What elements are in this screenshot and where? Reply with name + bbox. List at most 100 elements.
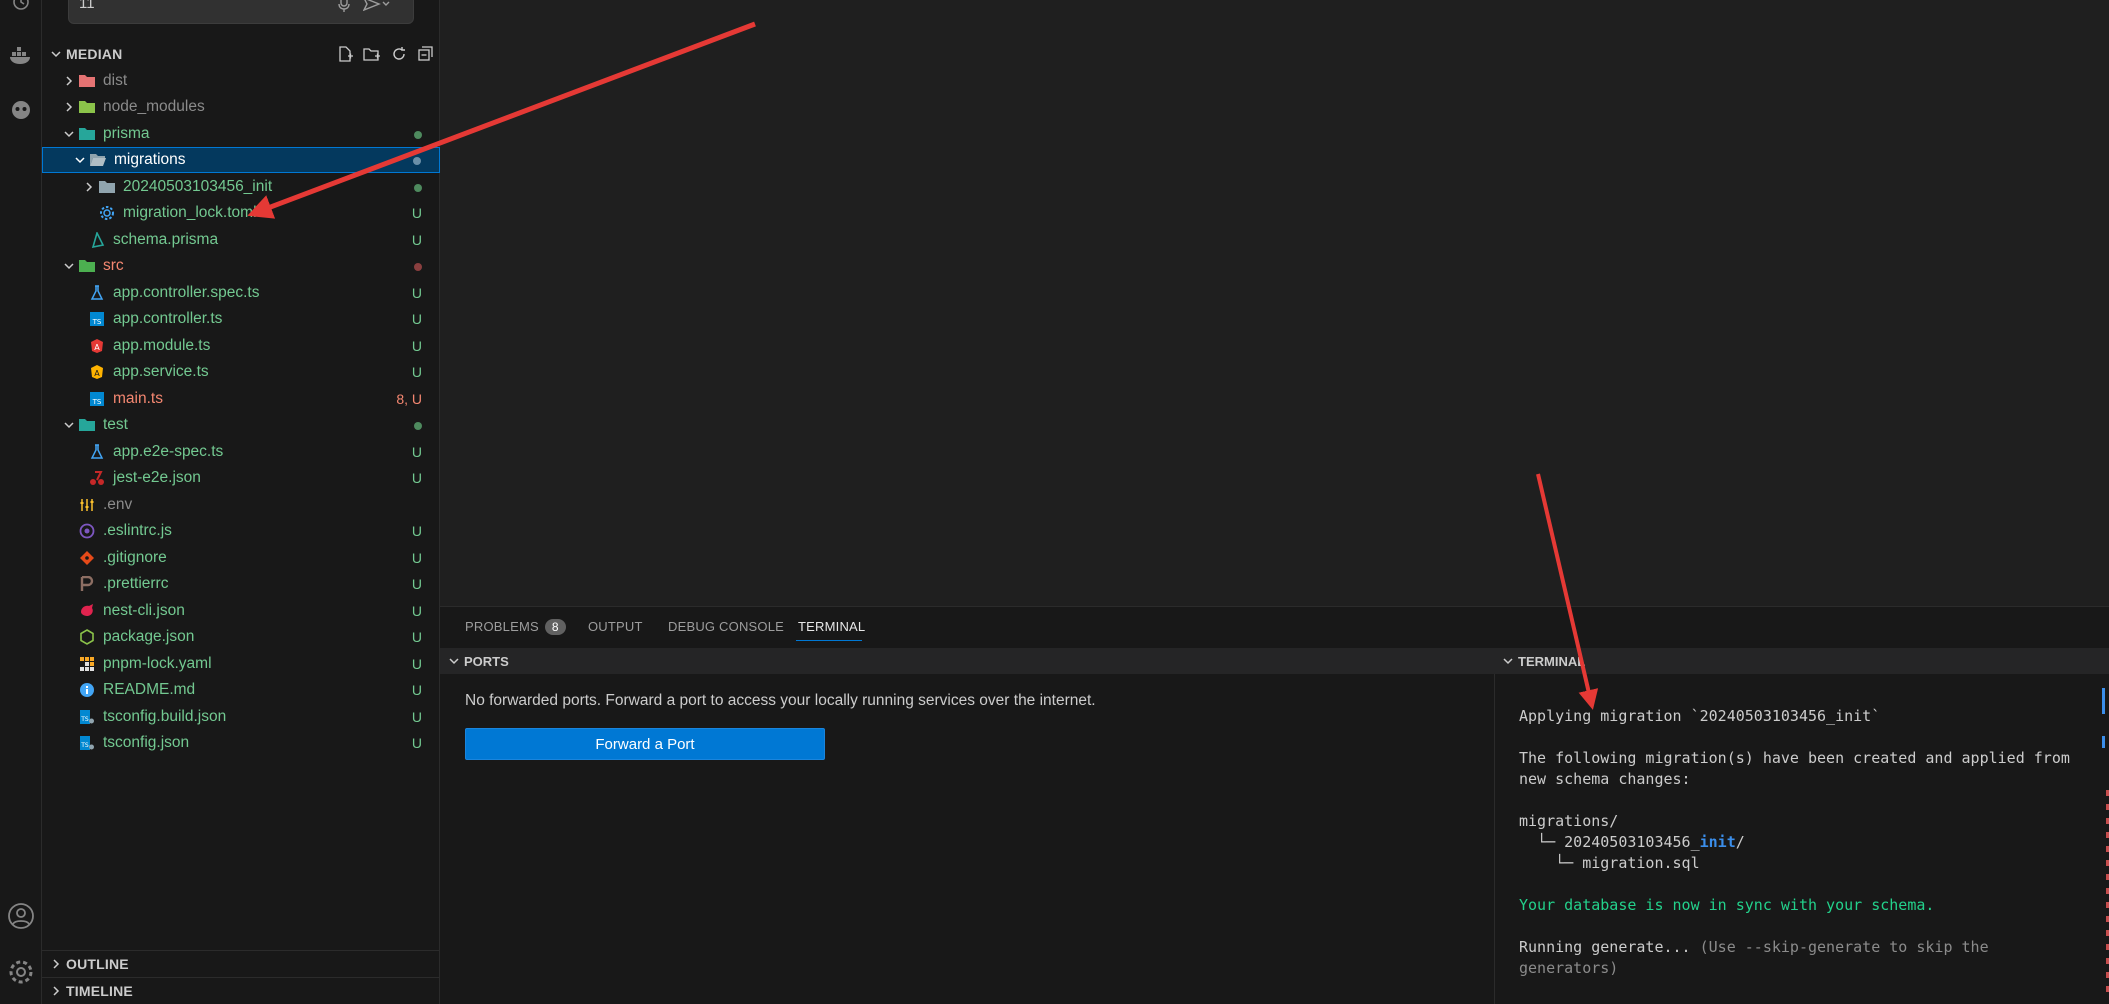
history-icon[interactable] (0, 0, 42, 16)
nest-module-icon: A (88, 337, 106, 355)
terminal-scrollbar[interactable] (2095, 674, 2109, 1004)
test-flask-icon (88, 284, 106, 302)
explorer-actions (336, 45, 434, 66)
git-status: U (411, 470, 422, 486)
microphone-icon[interactable] (337, 0, 351, 18)
toml-gear-icon (98, 204, 116, 222)
terminal-highlight: init (1699, 833, 1736, 851)
tree-item-node-modules[interactable]: node_modules (42, 94, 440, 120)
git-status: U (411, 311, 422, 327)
tree-item-app-controller-ts[interactable]: TS app.controller.ts U (42, 306, 440, 332)
git-status: U (411, 338, 422, 354)
scrollbar-marker (2102, 688, 2105, 714)
terminal-view[interactable]: Applying migration `20240503103456_init`… (1494, 674, 2109, 1004)
tree-item-label: README.md (103, 681, 196, 698)
scrollbar-marker (2102, 736, 2105, 748)
svg-text:TS: TS (80, 716, 89, 723)
tree-item-label: .gitignore (103, 549, 167, 566)
tree-item-label: package.json (103, 628, 195, 645)
svg-text:TS: TS (80, 742, 89, 749)
tree-item-prettierrc[interactable]: .prettierrc U (42, 571, 440, 597)
chevron-right-icon (80, 178, 98, 196)
tree-item-package-json[interactable]: package.json U (42, 624, 440, 650)
new-file-icon[interactable] (336, 45, 354, 66)
forward-port-button[interactable]: Forward a Port (465, 728, 825, 760)
terminal-line: └─ migration.sql (1519, 854, 1700, 872)
ports-section-header[interactable]: PORTS (440, 648, 1494, 674)
docker-icon[interactable] (0, 44, 42, 66)
tab-terminal[interactable]: TERMINAL (798, 619, 865, 634)
new-folder-icon[interactable] (362, 45, 382, 66)
tree-item-app-module-ts[interactable]: A app.module.ts U (42, 333, 440, 359)
tree-item-schema-prisma[interactable]: schema.prisma U (42, 227, 440, 253)
tree-item-src[interactable]: src (42, 253, 440, 279)
collapse-all-icon[interactable] (416, 45, 434, 66)
tree-item-eslintrc-js[interactable]: .eslintrc.js U (42, 518, 440, 544)
tree-item-pnpm-lock-yaml[interactable]: pnpm-lock.yaml U (42, 651, 440, 677)
git-icon (78, 549, 96, 567)
tree-item-label: migration_lock.toml (123, 204, 257, 221)
tab-output[interactable]: OUTPUT (588, 619, 643, 634)
terminal-section-header[interactable]: TERMINAL (1494, 648, 2109, 674)
outline-section-header[interactable]: OUTLINE (42, 950, 440, 977)
account-icon[interactable] (0, 902, 42, 930)
tree-item-gitignore[interactable]: .gitignore U (42, 545, 440, 571)
tree-item-app-controller-spec-ts[interactable]: app.controller.spec.ts U (42, 280, 440, 306)
timeline-section-header[interactable]: TIMELINE (42, 977, 440, 1004)
svg-text:A: A (94, 343, 100, 352)
tree-item-label: app.e2e-spec.ts (113, 443, 224, 460)
angular-service-icon: A (88, 363, 106, 381)
tree-item-app-service-ts[interactable]: A app.service.ts U (42, 359, 440, 385)
prettier-icon (78, 575, 96, 593)
tree-item-migrations[interactable]: migrations (42, 147, 440, 173)
chevron-down-icon (1498, 655, 1518, 667)
tree-item-test[interactable]: test (42, 412, 440, 438)
tree-item-dist[interactable]: dist (42, 68, 440, 94)
ports-view: No forwarded ports. Forward a port to ac… (440, 674, 1494, 1004)
send-icon[interactable] (362, 0, 391, 16)
tree-item-label: test (103, 416, 128, 433)
tree-item-tsconfig-json[interactable]: TS tsconfig.json U (42, 730, 440, 756)
tree-item-label: pnpm-lock.yaml (103, 655, 212, 672)
tree-item-nest-cli-json[interactable]: nest-cli.json U (42, 598, 440, 624)
folder-test-icon (78, 416, 96, 434)
tab-debug-console[interactable]: DEBUG CONSOLE (668, 619, 784, 634)
tree-item-label: app.service.ts (113, 363, 209, 380)
tree-item-app-e2e-spec-ts[interactable]: app.e2e-spec.ts U (42, 439, 440, 465)
folder-icon (98, 178, 116, 196)
prisma-icon (88, 231, 106, 249)
refresh-icon[interactable] (390, 45, 408, 66)
terminal-line: └─ 20240503103456_ (1519, 833, 1700, 851)
git-status: U (411, 603, 422, 619)
terminal-line: Applying migration `20240503103456_init` (1519, 707, 1881, 725)
tree-item-env[interactable]: .env (42, 492, 440, 518)
chevron-down-icon (60, 257, 78, 275)
tree-item-label: tsconfig.build.json (103, 708, 227, 725)
chevron-right-icon (46, 958, 66, 970)
settings-gear-icon[interactable] (0, 958, 42, 986)
eslint-icon (78, 522, 96, 540)
modified-dot (414, 417, 422, 433)
tab-problems-label: PROBLEMS (465, 619, 539, 634)
tree-item-20240503103456-init[interactable]: 20240503103456_init (42, 174, 440, 200)
tree-item-label: app.controller.spec.ts (113, 284, 260, 301)
tree-item-prisma[interactable]: prisma (42, 121, 440, 147)
git-status: U (411, 682, 422, 698)
tree-item-readme-md[interactable]: README.md U (42, 677, 440, 703)
explorer-section-header[interactable]: MEDIAN (42, 41, 440, 67)
outline-title: OUTLINE (66, 956, 129, 972)
timeline-title: TIMELINE (66, 983, 133, 999)
tree-item-label: nest-cli.json (103, 602, 185, 619)
tree-item-migration-lock-toml[interactable]: migration_lock.toml U (42, 200, 440, 226)
tree-item-jest-e2e-json[interactable]: jest-e2e.json U (42, 465, 440, 491)
git-status: U (411, 523, 422, 539)
tab-problems[interactable]: PROBLEMS 8 (465, 619, 566, 635)
extension-alien-icon[interactable] (0, 98, 42, 122)
tree-item-main-ts[interactable]: TS main.ts 8, U (42, 386, 440, 412)
error-dot (414, 258, 422, 274)
tree-item-tsconfig-build-json[interactable]: TS tsconfig.build.json U (42, 704, 440, 730)
chat-input[interactable]: 11 (68, 0, 414, 24)
folder-red-icon (78, 72, 96, 90)
ports-title: PORTS (464, 653, 509, 669)
chevron-down-icon (46, 48, 66, 60)
